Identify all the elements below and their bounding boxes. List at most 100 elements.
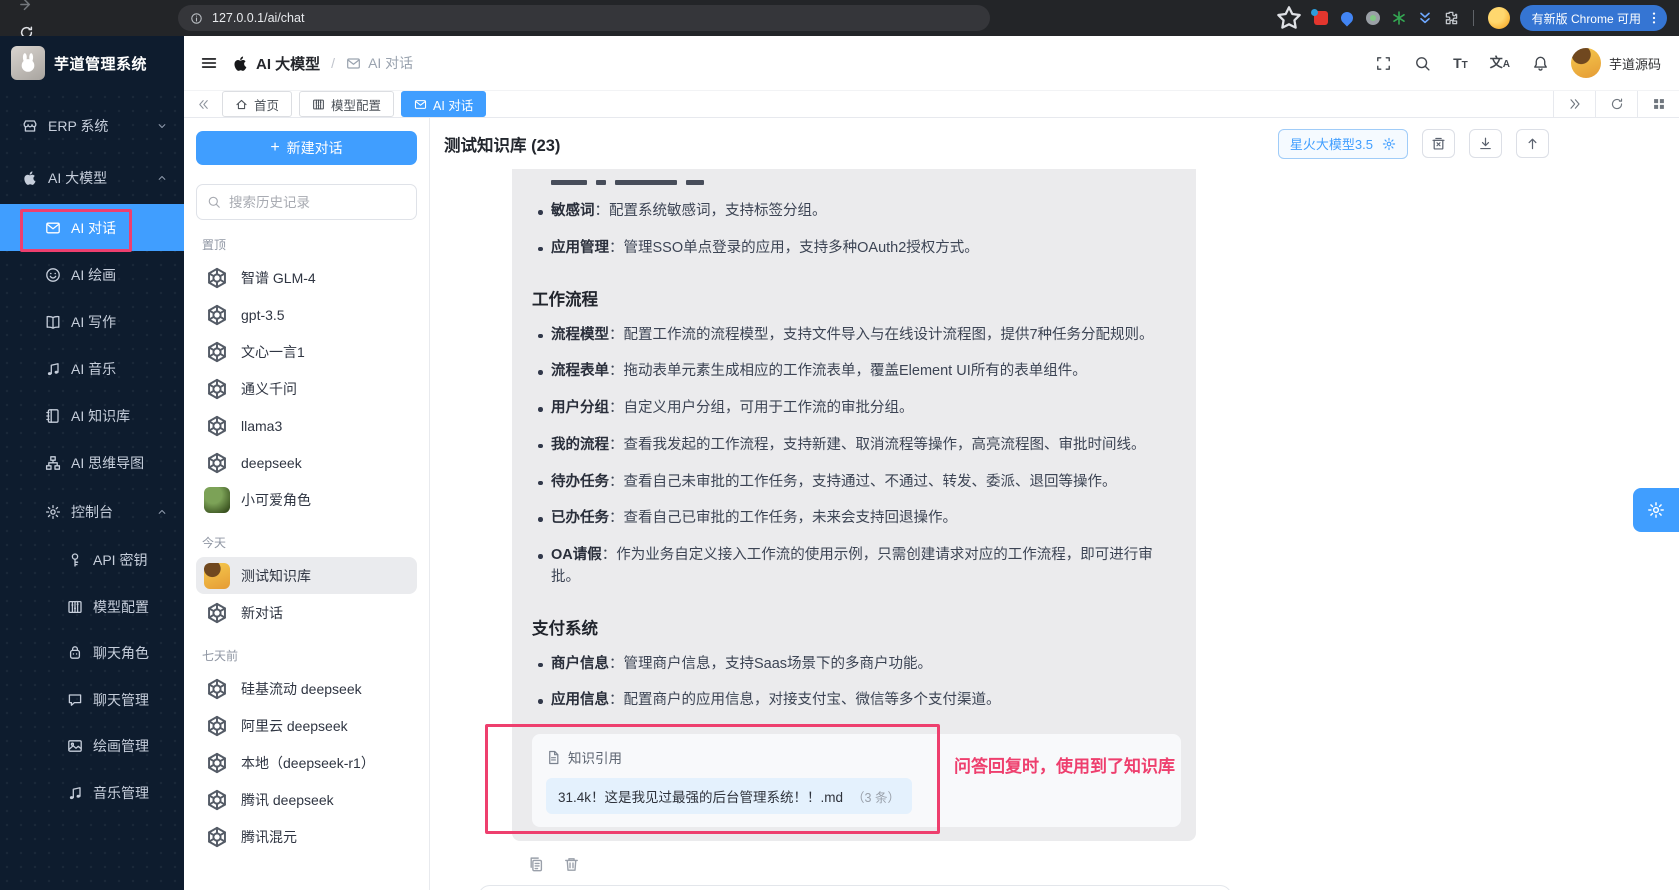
apple-icon	[22, 170, 38, 186]
url-text: 127.0.0.1/ai/chat	[212, 11, 305, 25]
app-logo[interactable]: 芋道管理系统	[0, 36, 184, 90]
bell-icon[interactable]	[1532, 55, 1549, 72]
conversation-item-test-knowledge[interactable]: 测试知识库	[196, 557, 417, 594]
history-search[interactable]	[196, 184, 417, 220]
citation-count: （3 条）	[852, 790, 900, 805]
conversation-label: 小可爱角色	[241, 491, 311, 508]
sidebar-item-draw-manage[interactable]: 绘画管理	[0, 723, 184, 770]
ext-green-asterisk-icon[interactable]	[1391, 10, 1407, 26]
history-search-input[interactable]	[229, 194, 406, 210]
sidebar-item-ai-llm[interactable]: AI 大模型	[0, 152, 184, 204]
page-tabs: 首页 模型配置 AI 对话	[222, 91, 493, 117]
search-icon[interactable]	[1414, 55, 1431, 72]
sidebar-item-label: AI 思维导图	[71, 454, 145, 471]
fullscreen-icon[interactable]	[1375, 55, 1392, 72]
trash-icon[interactable]	[563, 856, 580, 873]
conversation-item-local-deepseek-r1[interactable]: 本地（deepseek-r1）	[196, 744, 417, 781]
sidebar-item-api-key[interactable]: API 密钥	[0, 537, 184, 584]
ext-location-pin-icon[interactable]	[1338, 9, 1356, 27]
tab-home[interactable]: 首页	[222, 91, 293, 117]
section-label: 置顶	[202, 238, 227, 252]
chevron-down-icon	[156, 120, 168, 132]
conversation-item-tongyi-qianwen[interactable]: 通义千问	[196, 370, 417, 407]
menu-collapse-icon[interactable]	[200, 54, 218, 72]
ext-gray-dot-icon[interactable]	[1365, 10, 1381, 26]
sidebar-item-ai-draw[interactable]: AI 绘画	[0, 251, 184, 298]
sidebar-item-chat-role[interactable]: 聊天角色	[0, 630, 184, 677]
address-bar[interactable]: 127.0.0.1/ai/chat	[178, 5, 990, 31]
chevron-up-icon	[156, 506, 168, 518]
sidebar-item-ai-music[interactable]: AI 音乐	[0, 345, 184, 392]
sidebar-item-model-config[interactable]: 模型配置	[0, 584, 184, 631]
message-heading: 支付系统	[532, 619, 598, 638]
user-avatar	[1570, 48, 1601, 78]
conversation-item-llama3[interactable]: llama3	[196, 407, 417, 444]
shop-icon	[22, 118, 38, 134]
copy-icon[interactable]	[528, 856, 545, 873]
clear-messages-button[interactable]	[1422, 129, 1455, 158]
font-size-icon[interactable]: TT	[1453, 56, 1468, 71]
download-button[interactable]	[1469, 129, 1502, 158]
refresh-page-button[interactable]	[1595, 91, 1637, 117]
conversation-label: 文心一言1	[241, 343, 305, 360]
extensions-puzzle-icon[interactable]	[1443, 10, 1459, 26]
sidebar-item-ai-mindmap[interactable]: AI 思维导图	[0, 439, 184, 486]
sidebar-item-ai-knowledge[interactable]: AI 知识库	[0, 392, 184, 439]
conversation-item-tencent-hunyuan[interactable]: 腾讯混元	[196, 818, 417, 855]
browser-profile-avatar[interactable]	[1487, 7, 1510, 29]
message-bullet: 流程表单：拖动表单元素生成相应的工作流表单，覆盖Element UI所有的表单组…	[532, 361, 1181, 383]
section-label: 今天	[202, 536, 227, 550]
prompt-input-box[interactable]	[478, 885, 1232, 890]
chat-scroll-area[interactable]: 敏感词：配置系统敏感词，支持标签分组。 应用管理：管理SSO单点登录的应用，支持多…	[430, 169, 1679, 890]
message-bullet: 商户信息：管理商户信息，支持Saas场景下的多商户功能。	[532, 654, 1181, 676]
browser-forward-button[interactable]	[12, 0, 40, 18]
citation-doc-chip[interactable]: 31.4k！这是我见过最强的后台管理系统！！.md （3 条）	[546, 778, 912, 814]
sidebar-item-erp-system[interactable]: ERP 系统	[0, 100, 184, 152]
conversation-item-aliyun-deepseek[interactable]: 阿里云 deepseek	[196, 707, 417, 744]
tab-label: 模型配置	[331, 98, 382, 113]
plus-icon: +	[270, 139, 280, 156]
scroll-top-button[interactable]	[1516, 129, 1549, 158]
app-title: 芋道管理系统	[54, 55, 148, 73]
message-bullet: 应用信息：配置商户的应用信息，对接支付宝、微信等多个支付渠道。	[532, 690, 1181, 712]
ext-blue-chevrons-icon[interactable]	[1417, 10, 1433, 26]
conversation-sections: 置顶智谱 GLM-4 gpt-3.5 文心一言1 通义千问 llama3 deepseek…	[196, 236, 417, 855]
openai-logo-icon	[204, 302, 230, 328]
chat-settings-float-button[interactable]	[1633, 488, 1679, 532]
avatar	[204, 562, 230, 589]
conversation-item-gpt-35[interactable]: gpt-3.5	[196, 296, 417, 333]
conversation-item-zhipu-glm4[interactable]: 智谱 GLM-4	[196, 259, 417, 296]
sidebar-item-ai-chat[interactable]: AI 对话	[0, 204, 184, 252]
bookmark-star-icon[interactable]	[1275, 4, 1303, 32]
sidebar-item-ai-write[interactable]: AI 写作	[0, 298, 184, 345]
conversation-item-tencent-deepseek[interactable]: 腾讯 deepseek	[196, 781, 417, 818]
tabs-scroll-left[interactable]	[184, 98, 222, 111]
ext-red-badge-icon[interactable]	[1310, 9, 1329, 26]
conversation-item-cute-role[interactable]: 小可爱角色	[196, 481, 417, 518]
sitemap-icon	[45, 455, 61, 471]
sidebar-item-chat-manage[interactable]: 聊天管理	[0, 677, 184, 724]
site-info-icon[interactable]	[190, 12, 203, 25]
translate-icon[interactable]: 文A	[1490, 56, 1510, 70]
conversation-item-wenxinyiyan1[interactable]: 文心一言1	[196, 333, 417, 370]
sidebar-item-label: ERP 系统	[48, 118, 109, 134]
sidebar-item-label: 聊天角色	[93, 645, 149, 662]
conversation-item-new-chat[interactable]: 新对话	[196, 594, 417, 631]
tabs-scroll-right[interactable]	[1553, 91, 1595, 117]
layout-grid-button[interactable]	[1637, 91, 1679, 117]
sidebar-item-console[interactable]: 控制台	[0, 486, 184, 537]
sidebar-item-label: 模型配置	[93, 598, 149, 615]
new-chat-button[interactable]: + 新建对话	[196, 131, 417, 165]
breadcrumb-separator: /	[331, 55, 336, 71]
openai-logo-icon	[204, 787, 230, 813]
conversation-item-deepseek[interactable]: deepseek	[196, 444, 417, 481]
sidebar-item-music-manage[interactable]: 音乐管理	[0, 770, 184, 817]
citation-doc-name: 31.4k！这是我见过最强的后台管理系统！！.md	[558, 790, 844, 805]
kebab-menu-icon[interactable]	[1647, 11, 1661, 25]
conversation-item-siliconflow-deepseek[interactable]: 硅基流动 deepseek	[196, 670, 417, 707]
user-menu[interactable]: 芋道源码	[1570, 48, 1661, 78]
tab-ai-chat[interactable]: AI 对话	[401, 91, 487, 117]
chrome-update-button[interactable]: 有新版 Chrome 可用	[1519, 5, 1667, 31]
model-select-button[interactable]: 星火大模型3.5	[1277, 128, 1408, 159]
tab-model-config[interactable]: 模型配置	[299, 91, 395, 117]
